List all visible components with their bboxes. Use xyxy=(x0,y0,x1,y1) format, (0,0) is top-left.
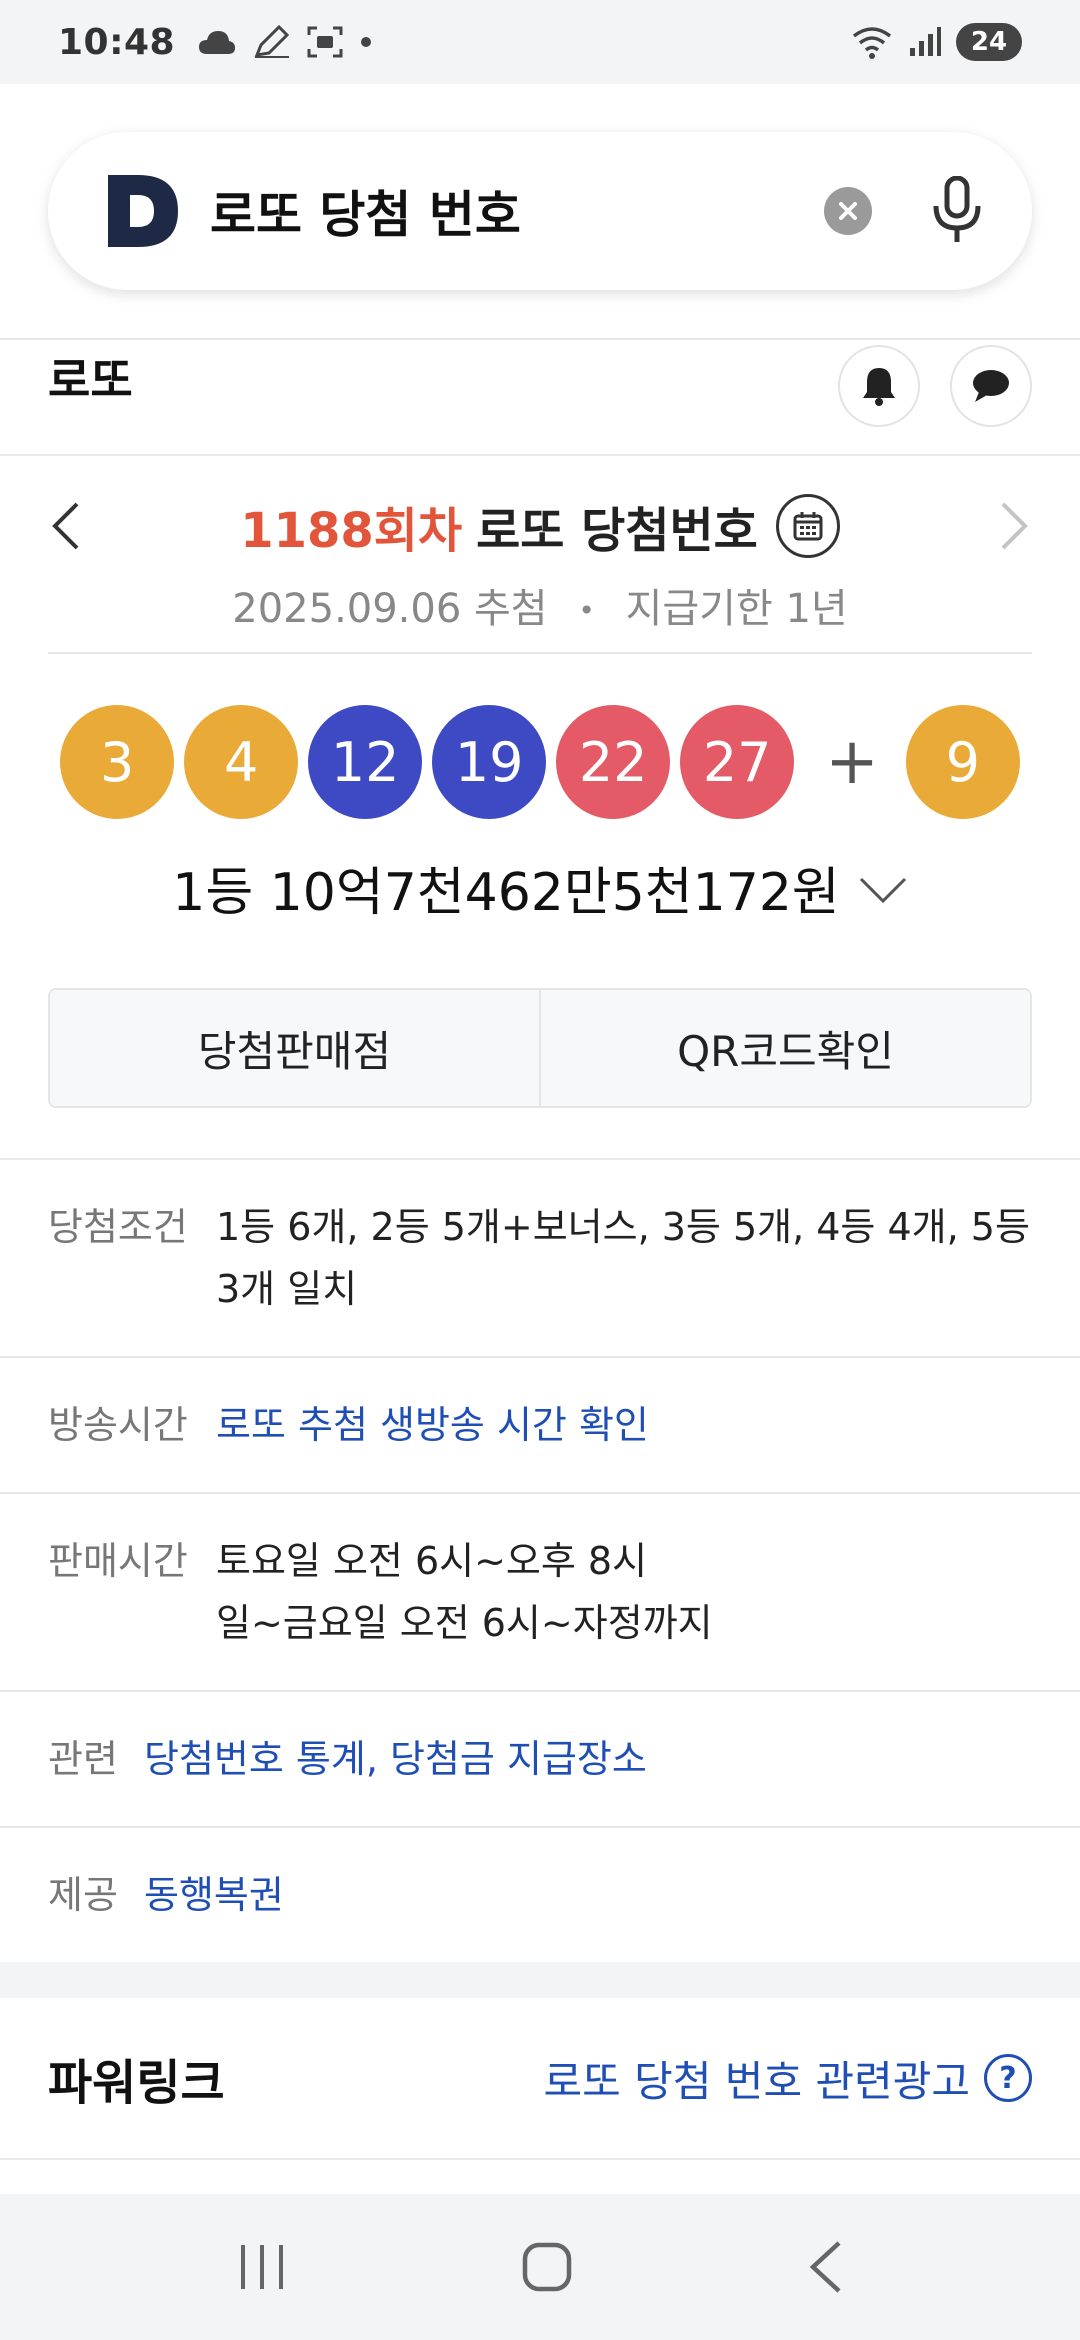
number-ball: 12 xyxy=(308,705,423,819)
cloud-icon xyxy=(199,31,236,54)
winning-numbers: 3 4 12 19 22 27 + 9 xyxy=(0,704,1080,820)
sales-line: 일~금요일 오전 6시~자정까지 xyxy=(216,1601,713,1645)
info-key: 판매시간 xyxy=(48,1539,188,1583)
draw-expiry: 지급기한 1년 xyxy=(625,586,848,632)
draw-subtitle: 2025.09.06 추첨 • 지급기한 1년 xyxy=(0,574,1080,644)
bell-icon xyxy=(863,368,895,406)
bonus-ball: 9 xyxy=(905,705,1020,819)
section-gap xyxy=(0,1962,1080,1998)
sales-line: 토요일 오전 6시~오후 8시 xyxy=(216,1539,648,1583)
draw-title: 1188회차 로또 당첨번호 xyxy=(240,491,840,561)
pen-icon xyxy=(254,25,290,58)
system-nav-bar xyxy=(0,2194,1080,2340)
chevron-down-icon[interactable] xyxy=(858,876,908,904)
status-system-icons: 24 xyxy=(850,23,1022,61)
winning-stores-button[interactable]: 당첨판매점 xyxy=(50,990,539,1106)
battery-indicator: 24 xyxy=(956,23,1022,61)
number-ball: 19 xyxy=(432,705,547,819)
back-icon[interactable] xyxy=(807,2240,843,2294)
search-bar[interactable]: 로또 당첨 번호 xyxy=(48,132,1032,290)
chevron-right-icon xyxy=(1001,502,1028,550)
calendar-icon xyxy=(793,512,823,541)
search-results-page: 로또 당첨 번호 로또 1188회차 로또 당첨번호 2025.09.06 추첨… xyxy=(0,84,1080,2194)
draw-date: 2025.09.06 추첨 xyxy=(232,586,548,632)
draw-label: 로또 당첨번호 xyxy=(476,503,758,559)
broadcast-time-link[interactable]: 로또 추첨 생방송 시간 확인 xyxy=(216,1394,649,1456)
info-row-sales: 판매시간 토요일 오전 6시~오후 8시 일~금요일 오전 6시~자정까지 xyxy=(0,1494,1080,1692)
draw-separator: • xyxy=(578,594,595,627)
info-value: 당첨번호 통계, 당첨금 지급장소 xyxy=(144,1728,647,1790)
number-ball: 4 xyxy=(184,705,299,819)
info-row-related: 관련 당첨번호 통계, 당첨금 지급장소 xyxy=(0,1692,1080,1828)
next-round-button[interactable] xyxy=(988,500,1040,552)
calendar-button[interactable] xyxy=(775,494,840,558)
plus-sign: + xyxy=(825,725,879,799)
wifi-icon xyxy=(852,27,892,59)
dot-icon xyxy=(361,37,372,47)
alarm-button[interactable] xyxy=(838,345,920,427)
number-ball: 3 xyxy=(60,705,175,819)
payment-place-link[interactable]: 당첨금 지급장소 xyxy=(390,1737,647,1781)
info-key: 당첨조건 xyxy=(48,1205,188,1249)
chat-icon xyxy=(973,370,1009,402)
info-value: 1등 6개, 2등 5개+보너스, 3등 5개, 4등 4개, 5등 3개 일치 xyxy=(216,1205,1030,1311)
info-key: 방송시간 xyxy=(48,1403,188,1447)
first-prize-amount: 1등 10억7천462만5천172원 xyxy=(172,862,840,923)
status-notification-icons xyxy=(197,25,373,59)
number-ball: 22 xyxy=(556,705,671,819)
info-row-broadcast: 방송시간 로또 추첨 생방송 시간 확인 xyxy=(0,1358,1080,1494)
powerlink-header: 파워링크 로또 당첨 번호 관련광고 ? xyxy=(0,1998,1080,2160)
section-title: 로또 xyxy=(48,353,133,407)
link-separator: , xyxy=(365,1737,391,1781)
clear-icon[interactable] xyxy=(824,187,872,235)
help-icon[interactable]: ? xyxy=(984,2054,1032,2102)
search-header: 로또 당첨 번호 xyxy=(0,84,1080,338)
divider xyxy=(0,454,1080,456)
recent-apps-icon[interactable] xyxy=(237,2242,287,2292)
chevron-left-icon xyxy=(52,502,79,550)
status-bar: 10:48 24 xyxy=(0,0,1080,84)
prev-round-button[interactable] xyxy=(40,500,92,552)
provider-link[interactable]: 동행복권 xyxy=(144,1864,284,1926)
draw-header: 1188회차 로또 당첨번호 xyxy=(0,478,1080,574)
info-key: 관련 xyxy=(48,1737,118,1781)
divider xyxy=(48,652,1032,654)
powerlink-title: 파워링크 xyxy=(48,2055,225,2111)
screenshot-icon xyxy=(307,26,343,58)
first-prize[interactable]: 1등 10억7천462만5천172원 xyxy=(0,842,1080,932)
daum-d-logo-icon[interactable] xyxy=(108,175,178,247)
info-row-provider: 제공 동행복권 xyxy=(0,1828,1080,1962)
header-actions xyxy=(838,345,1032,427)
stats-link[interactable]: 당첨번호 통계 xyxy=(144,1737,366,1781)
info-value: 토요일 오전 6시~오후 8시 일~금요일 오전 6시~자정까지 xyxy=(216,1530,713,1654)
draw-round: 1188회차 xyxy=(240,503,463,559)
number-ball: 27 xyxy=(680,705,795,819)
home-icon[interactable] xyxy=(521,2241,573,2293)
info-key: 제공 xyxy=(48,1873,118,1917)
signal-icon xyxy=(910,27,941,56)
mic-icon[interactable] xyxy=(930,176,984,246)
info-table: 당첨조건 1등 6개, 2등 5개+보너스, 3등 5개, 4등 4개, 5등 … xyxy=(0,1158,1080,1962)
section-header: 로또 xyxy=(0,340,1080,454)
chat-button[interactable] xyxy=(950,345,1032,427)
related-ads-link[interactable]: 로또 당첨 번호 관련광고 ? xyxy=(544,2048,1032,2109)
status-time: 10:48 xyxy=(58,21,176,63)
related-ads-text: 로또 당첨 번호 관련광고 xyxy=(543,2056,970,2106)
action-buttons: 당첨판매점 QR코드확인 xyxy=(48,988,1032,1108)
qr-check-button[interactable]: QR코드확인 xyxy=(539,990,1030,1106)
search-query[interactable]: 로또 당첨 번호 xyxy=(210,175,824,247)
info-row-conditions: 당첨조건 1등 6개, 2등 5개+보너스, 3등 5개, 4등 4개, 5등 … xyxy=(0,1160,1080,1358)
